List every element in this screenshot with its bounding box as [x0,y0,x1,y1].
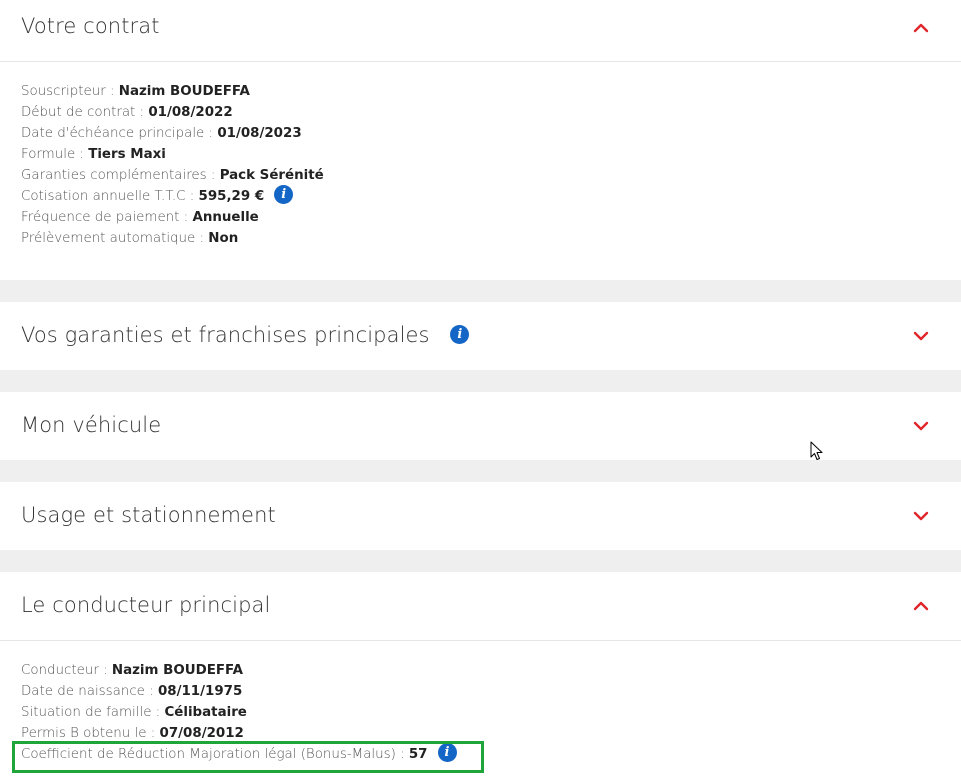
info-icon[interactable]: i [450,324,470,344]
detail-value: Célibataire [164,705,247,720]
section-guarantees[interactable]: Vos garanties et franchises principales … [0,302,961,370]
detail-label: Début de contrat : [21,105,149,120]
section-title: Votre contrat [21,14,160,38]
section-title: Mon véhicule [21,413,162,437]
detail-subscriber: Souscripteur : Nazim BOUDEFFA [21,81,324,102]
chevron-up-icon[interactable] [913,600,929,612]
divider [0,61,961,62]
chevron-down-icon[interactable] [913,510,929,522]
section-contract-header[interactable]: Votre contrat [0,0,961,62]
detail-label: Situation de famille : [21,705,165,720]
detail-contract-start: Début de contrat : 01/08/2022 [21,102,324,123]
detail-label: Cotisation annuelle T.T.C : [21,189,199,204]
detail-label: Date de naissance : [21,684,158,699]
detail-value: 01/08/2022 [148,105,233,120]
section-title: Vos garanties et franchises principales … [21,323,470,347]
detail-value: 08/11/1975 [157,684,243,699]
detail-label: Fréquence de paiement : [21,210,193,225]
detail-value: 01/08/2023 [217,126,302,141]
detail-value: Nazim BOUDEFFA [111,663,243,678]
detail-label: Formule : [21,147,89,162]
detail-value: Annuelle [192,210,259,225]
detail-payment-frequency: Fréquence de paiement : Annuelle [21,207,324,228]
section-contract: Votre contrat Souscripteur : Nazim BOUDE… [0,0,961,280]
detail-value: Tiers Maxi [88,147,166,162]
chevron-down-icon[interactable] [913,420,929,432]
detail-label: Conducteur : [21,663,112,678]
chevron-down-icon[interactable] [913,330,929,342]
detail-direct-debit: Prélèvement automatique : Non [21,228,324,249]
info-icon[interactable]: i [274,185,294,204]
detail-birth-date: Date de naissance : 08/11/1975 [21,681,457,702]
section-usage[interactable]: Usage et stationnement [0,482,961,550]
contract-details: Souscripteur : Nazim BOUDEFFA Début de c… [21,81,324,249]
detail-renewal-date: Date d'échéance principale : 01/08/2023 [21,123,324,144]
section-title: Usage et stationnement [21,503,276,527]
section-main-driver-header[interactable]: Le conducteur principal [0,572,961,634]
page: Votre contrat Souscripteur : Nazim BOUDE… [0,0,961,782]
divider [0,640,961,641]
detail-formula: Formule : Tiers Maxi [21,144,324,165]
section-title: Le conducteur principal [21,593,271,617]
detail-label: Permis B obtenu le : [21,726,160,741]
detail-value: Nazim BOUDEFFA [118,84,250,99]
detail-value: Pack Sérénité [219,168,324,183]
detail-annual-premium: Cotisation annuelle T.T.C : 595,29 € i [21,185,324,207]
detail-label: Date d'échéance principale : [21,126,218,141]
detail-label: Prélèvement automatique : [21,231,209,246]
detail-driver: Conducteur : Nazim BOUDEFFA [21,660,457,681]
detail-value: Non [208,231,239,246]
detail-extra-guarantees: Garanties complémentaires : Pack Sérénit… [21,165,324,186]
detail-label: Garanties complémentaires : [21,168,220,183]
detail-family-status: Situation de famille : Célibataire [21,702,457,723]
chevron-up-icon[interactable] [913,22,929,34]
detail-value: 595,29 € [198,189,265,204]
highlight-box [12,741,484,773]
mouse-cursor-icon [810,441,823,460]
detail-value: 07/08/2012 [159,726,244,741]
detail-label: Souscripteur : [21,84,119,99]
section-title-text: Vos garanties et franchises principales [21,323,430,347]
